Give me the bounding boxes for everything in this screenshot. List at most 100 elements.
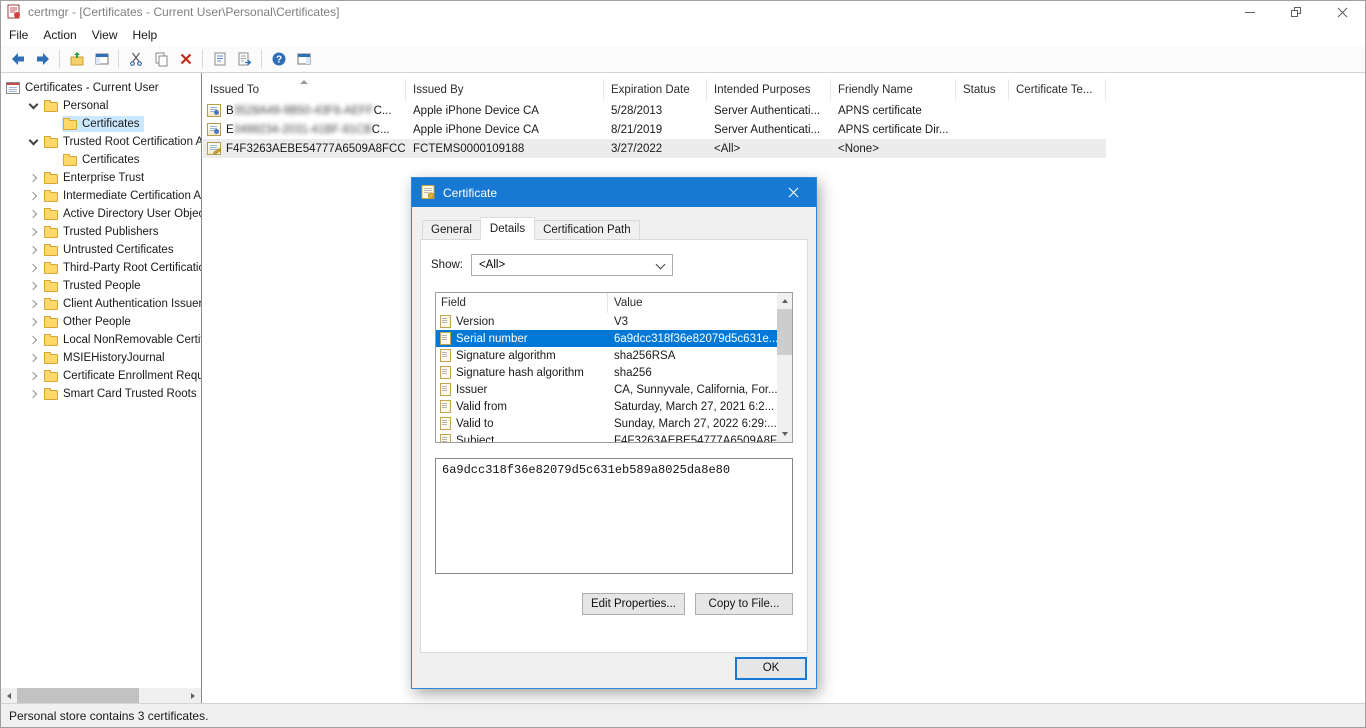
tree-item-third-party-root-certification[interactable]: Third-Party Root Certification xyxy=(1,259,201,277)
show-action-pane-button[interactable] xyxy=(291,48,316,71)
forward-button[interactable] xyxy=(30,48,55,71)
ok-button[interactable]: OK xyxy=(735,657,807,680)
copy-to-file-button[interactable]: Copy to File... xyxy=(695,593,793,615)
tree-item-trusted-root-certification-au[interactable]: Trusted Root Certification Au xyxy=(1,133,201,151)
tree-item-client-authentication-issuers[interactable]: Client Authentication Issuers xyxy=(1,295,201,313)
field-row-serial-number[interactable]: Serial number6a9dcc318f36e82079d5c631e..… xyxy=(436,330,777,347)
tree-item-trusted-people[interactable]: Trusted People xyxy=(1,277,201,295)
folder-icon xyxy=(44,282,58,292)
tab-general[interactable]: General xyxy=(422,220,481,240)
menu-action[interactable]: Action xyxy=(43,25,85,45)
chevron-right-icon[interactable] xyxy=(24,367,43,385)
tree-item-enterprise-trust[interactable]: Enterprise Trust xyxy=(1,169,201,187)
issued-to-text: E xyxy=(226,124,234,136)
column-header-issued-to[interactable]: Issued To xyxy=(203,79,406,101)
tree-item-certificates[interactable]: Certificates xyxy=(1,115,201,133)
chevron-right-icon[interactable] xyxy=(24,169,43,187)
tree-item-label: Active Directory User Object xyxy=(63,208,202,220)
show-console-tree-button[interactable] xyxy=(89,48,114,71)
tab-certification-path[interactable]: Certification Path xyxy=(534,220,640,240)
field-rows: VersionV3Serial number6a9dcc318f36e82079… xyxy=(436,313,792,443)
column-header-expiration-date[interactable]: Expiration Date xyxy=(604,79,707,101)
menu-file[interactable]: File xyxy=(9,25,37,45)
chevron-right-icon[interactable] xyxy=(24,259,43,277)
field-row-valid-to[interactable]: Valid toSunday, March 27, 2022 6:29:... xyxy=(436,415,777,432)
restore-button[interactable] xyxy=(1273,1,1319,23)
tree-item-local-nonremovable-certific[interactable]: Local NonRemovable Certific xyxy=(1,331,201,349)
export-list-button[interactable] xyxy=(232,48,257,71)
chevron-right-icon[interactable] xyxy=(24,385,43,403)
minimize-button[interactable] xyxy=(1227,1,1273,23)
properties-button[interactable] xyxy=(207,48,232,71)
tree-item-label: Trusted People xyxy=(63,280,141,292)
help-button[interactable]: ? xyxy=(266,48,291,71)
vertical-scroll-thumb[interactable] xyxy=(777,309,792,355)
field-row-version[interactable]: VersionV3 xyxy=(436,313,777,330)
close-button[interactable] xyxy=(1319,1,1365,23)
folder-icon xyxy=(44,138,58,148)
scroll-left-arrow[interactable] xyxy=(1,688,17,703)
tree-item-personal[interactable]: Personal xyxy=(1,97,201,115)
scroll-right-arrow[interactable] xyxy=(185,688,201,703)
chevron-right-icon[interactable] xyxy=(24,205,43,223)
back-button[interactable] xyxy=(5,48,30,71)
up-one-level-button[interactable] xyxy=(64,48,89,71)
show-dropdown[interactable]: <All> xyxy=(471,254,673,276)
tree-item-certificates-current-user[interactable]: Certificates - Current User xyxy=(1,79,201,97)
tree-item-trusted-publishers[interactable]: Trusted Publishers xyxy=(1,223,201,241)
cut-button[interactable] xyxy=(123,48,148,71)
menu-view[interactable]: View xyxy=(92,25,127,45)
chevron-down-icon[interactable] xyxy=(24,133,43,151)
delete-button[interactable] xyxy=(173,48,198,71)
field-icon xyxy=(440,417,451,430)
field-row-signature-algorithm[interactable]: Signature algorithmsha256RSA xyxy=(436,347,777,364)
tree-item-msiehistoryjournal[interactable]: MSIEHistoryJournal xyxy=(1,349,201,367)
tree-item-untrusted-certificates[interactable]: Untrusted Certificates xyxy=(1,241,201,259)
field-value: V3 xyxy=(614,316,628,328)
folder-icon xyxy=(44,372,58,382)
serial-number-text: 6a9dcc318f36e82079d5c631eb589a8025da8e80 xyxy=(442,463,730,477)
tree-item-other-people[interactable]: Other People xyxy=(1,313,201,331)
field-row-subject[interactable]: SubjectF4F3263AEBE54777A6509A8F... xyxy=(436,432,777,443)
scroll-down-arrow[interactable] xyxy=(777,426,792,442)
tree-horizontal-scrollbar[interactable] xyxy=(1,688,201,703)
tree-item-intermediate-certification-au[interactable]: Intermediate Certification Au xyxy=(1,187,201,205)
chevron-right-icon[interactable] xyxy=(24,187,43,205)
chevron-right-icon[interactable] xyxy=(24,241,43,259)
tree-item-certificates[interactable]: Certificates xyxy=(1,151,201,169)
horizontal-scroll-thumb[interactable] xyxy=(17,688,139,703)
menu-help[interactable]: Help xyxy=(133,25,167,45)
certificate-row[interactable]: B3528A49-9B50-43F6-AEFFC...Apple iPhone … xyxy=(203,101,1106,120)
tree-item-certificate-enrollment-reque[interactable]: Certificate Enrollment Reque xyxy=(1,367,201,385)
field-column-header: Field xyxy=(436,293,608,313)
chevron-right-icon[interactable] xyxy=(24,313,43,331)
copy-button[interactable] xyxy=(148,48,173,71)
field-row-valid-from[interactable]: Valid fromSaturday, March 27, 2021 6:2..… xyxy=(436,398,777,415)
tree-item-smart-card-trusted-roots[interactable]: Smart Card Trusted Roots xyxy=(1,385,201,403)
tree-item-active-directory-user-object[interactable]: Active Directory User Object xyxy=(1,205,201,223)
column-header-certificate-template[interactable]: Certificate Te... xyxy=(1009,79,1106,101)
column-header-issued-by[interactable]: Issued By xyxy=(406,79,604,101)
chevron-right-icon[interactable] xyxy=(24,331,43,349)
issued-to-text: C... xyxy=(372,124,390,136)
fields-scrollbar[interactable] xyxy=(777,293,792,442)
dialog-close-button[interactable] xyxy=(771,178,816,207)
certificate-row[interactable]: E3499234-2031-41BF-81CBC...Apple iPhone … xyxy=(203,120,1106,139)
dialog-body: General Details Certification Path Show:… xyxy=(412,207,816,653)
column-header-intended-purposes[interactable]: Intended Purposes xyxy=(707,79,831,101)
chevron-right-icon[interactable] xyxy=(24,349,43,367)
field-value-textbox[interactable]: 6a9dcc318f36e82079d5c631eb589a8025da8e80 xyxy=(435,458,793,574)
edit-properties-button[interactable]: Edit Properties... xyxy=(582,593,685,615)
chevron-down-icon[interactable] xyxy=(24,97,43,115)
chevron-right-icon[interactable] xyxy=(24,277,43,295)
tab-details[interactable]: Details xyxy=(480,217,535,240)
folder-icon xyxy=(44,210,58,220)
chevron-right-icon[interactable] xyxy=(24,223,43,241)
field-row-signature-hash-algorithm[interactable]: Signature hash algorithmsha256 xyxy=(436,364,777,381)
column-header-status[interactable]: Status xyxy=(956,79,1009,101)
chevron-right-icon[interactable] xyxy=(24,295,43,313)
scroll-up-arrow[interactable] xyxy=(777,293,792,309)
field-row-issuer[interactable]: IssuerCA, Sunnyvale, California, For... xyxy=(436,381,777,398)
certificate-row[interactable]: F4F3263AEBE54777A6509A8FCC...FCTEMS00001… xyxy=(203,139,1106,158)
column-header-friendly-name[interactable]: Friendly Name xyxy=(831,79,956,101)
